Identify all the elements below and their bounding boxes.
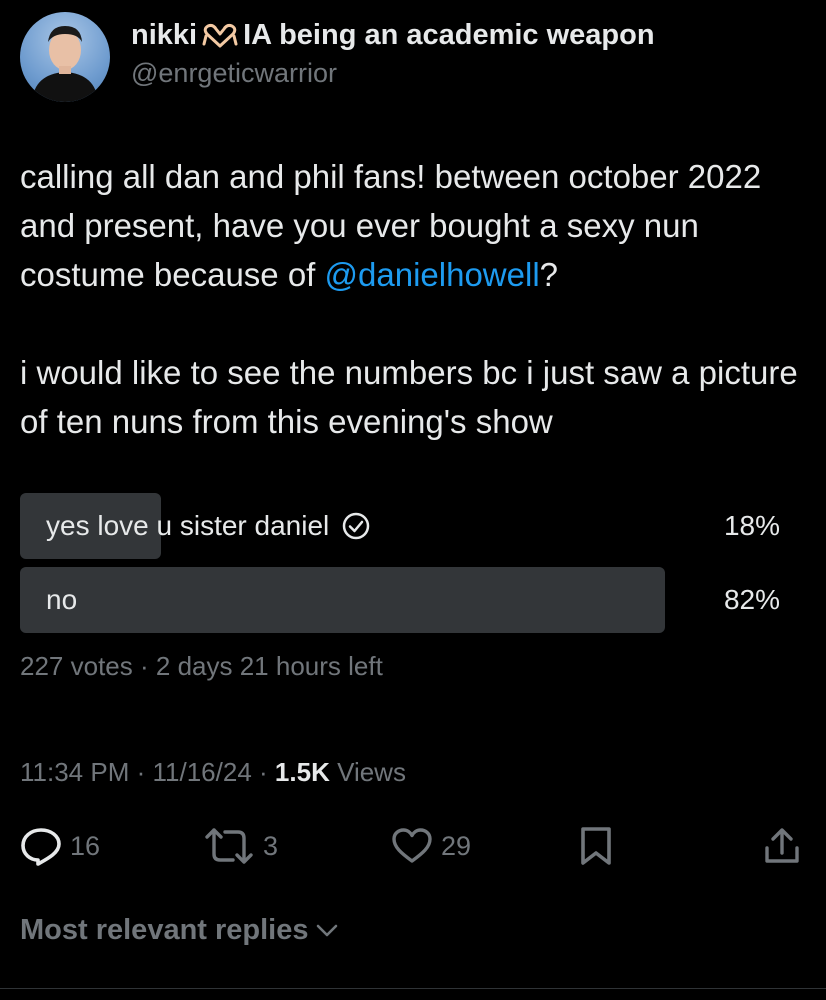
poll-option-label: no <box>46 567 77 633</box>
views-label: Views <box>337 757 406 787</box>
heart-hands-icon <box>202 23 238 47</box>
timestamp-separator: · <box>136 757 146 787</box>
poll-option-percent: 18% <box>723 510 780 541</box>
replies-sort-label: Most relevant replies <box>20 914 309 946</box>
tweet-paragraph-1: calling all dan and phil fans! between o… <box>20 152 800 299</box>
display-name[interactable]: nikki IA being an academic weapon <box>131 19 655 52</box>
poll-bar-2 <box>20 567 665 633</box>
bookmark-button[interactable] <box>578 826 614 866</box>
user-handle[interactable]: @enrgeticwarrior <box>131 58 337 89</box>
poll-option-text: yes love u sister daniel <box>46 510 330 541</box>
poll-separator: · <box>139 651 149 681</box>
reply-button[interactable]: 16 <box>20 826 100 866</box>
share-icon <box>765 828 799 863</box>
tweet-timestamp: 11:34 PM · 11/16/24 · 1.5K Views <box>20 757 406 788</box>
reply-count: 16 <box>70 830 101 861</box>
views-count: 1.5K <box>274 757 330 787</box>
tweet-paragraph-2: i would like to see the numbers bc i jus… <box>20 354 798 440</box>
poll-votes: 227 votes <box>20 651 133 681</box>
repost-icon <box>205 828 253 864</box>
heart-icon <box>392 828 432 863</box>
poll-option-1: yes love u sister daniel 18% <box>20 493 806 559</box>
tweet-detail: nikki IA being an academic weapon @enrge… <box>0 0 826 1000</box>
like-button[interactable]: 29 <box>391 826 471 866</box>
display-name-prefix: nikki <box>131 19 198 51</box>
divider <box>0 988 826 989</box>
poll-option-2: no 82% <box>20 567 806 633</box>
tweet-text-part-2: ? <box>539 256 559 293</box>
poll-option-percent: 82% <box>723 584 780 615</box>
poll-option-text: no <box>46 584 78 615</box>
tweet-text: calling all dan and phil fans! between o… <box>20 152 800 495</box>
poll-option-label: yes love u sister daniel <box>46 493 371 559</box>
bookmark-icon <box>581 827 611 865</box>
tweet-date[interactable]: 11/16/24 <box>153 757 252 787</box>
poll-time-left: 2 days 21 hours left <box>155 651 383 681</box>
reply-icon <box>21 828 61 866</box>
repost-count: 3 <box>263 830 279 861</box>
display-name-suffix: IA being an academic weapon <box>243 19 655 51</box>
chevron-down-icon <box>316 924 337 936</box>
avatar-image <box>32 26 98 102</box>
avatar[interactable] <box>20 12 110 102</box>
tweet-time[interactable]: 11:34 PM <box>20 757 129 787</box>
timestamp-separator: · <box>259 757 268 787</box>
repost-button[interactable]: 3 <box>203 826 278 866</box>
mention-link[interactable]: @danielhowell <box>325 256 540 293</box>
replies-sort-dropdown[interactable]: Most relevant replies <box>20 914 339 947</box>
like-count: 29 <box>441 830 472 861</box>
poll-meta: 227 votes · 2 days 21 hours left <box>20 651 383 682</box>
check-circle-icon <box>343 512 370 540</box>
share-button[interactable] <box>762 826 802 866</box>
